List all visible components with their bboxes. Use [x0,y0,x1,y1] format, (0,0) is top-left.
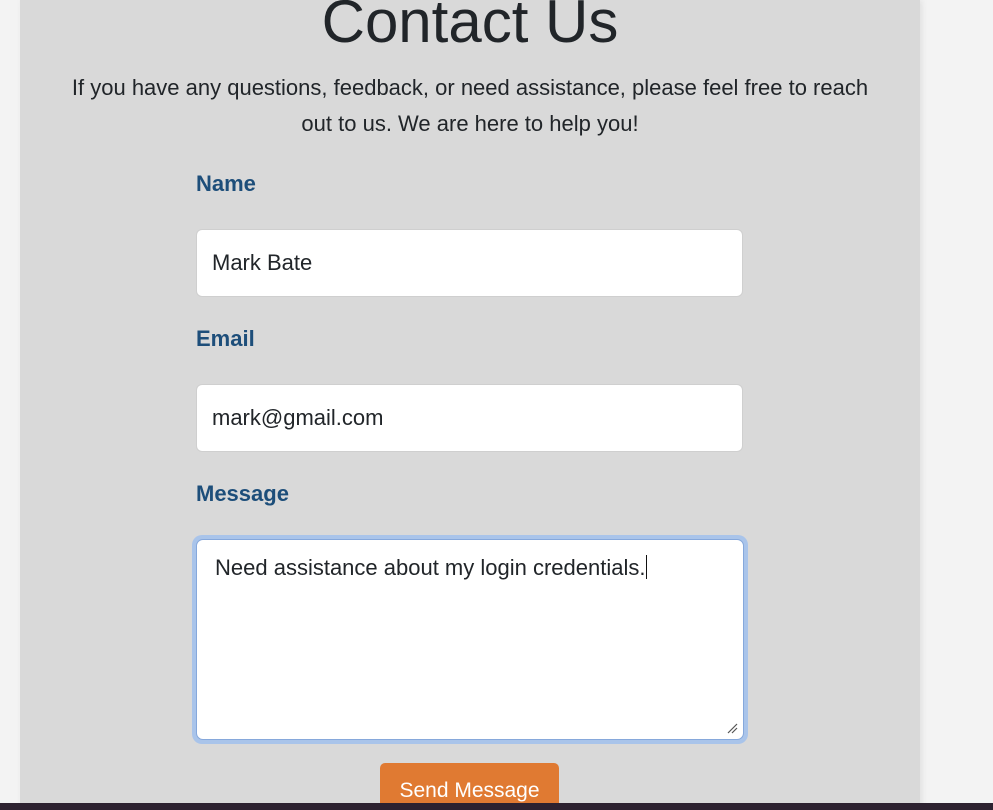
resize-handle-icon[interactable] [726,722,738,734]
message-label: Message [196,481,289,506]
message-text: Need assistance about my login credentia… [215,555,646,580]
taskbar-edge [0,803,993,810]
message-textarea[interactable]: Need assistance about my login credentia… [196,539,744,740]
page-gutter [0,0,20,810]
contact-panel: Contact Us If you have any questions, fe… [20,0,920,810]
email-input[interactable] [196,384,743,452]
intro-text: If you have any questions, feedback, or … [71,75,869,136]
name-input[interactable] [196,229,743,297]
email-label: Email [196,326,255,351]
message-focus-ring: Need assistance about my login credentia… [192,535,748,744]
page-title: Contact Us [321,0,619,55]
name-label: Name [196,171,256,196]
text-caret [646,555,648,579]
